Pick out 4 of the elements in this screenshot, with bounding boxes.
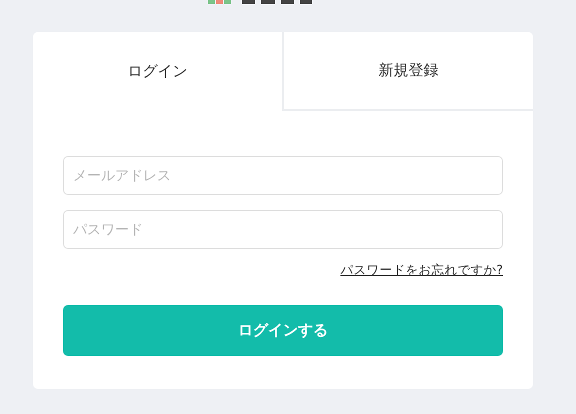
email-field[interactable]: メールアドレス [63,156,503,195]
tab[interactable]: 新規登録 [282,32,533,111]
password-field[interactable]: パスワード [63,210,503,249]
forgot-password-link[interactable]: パスワードをお忘れですか? [340,262,503,279]
